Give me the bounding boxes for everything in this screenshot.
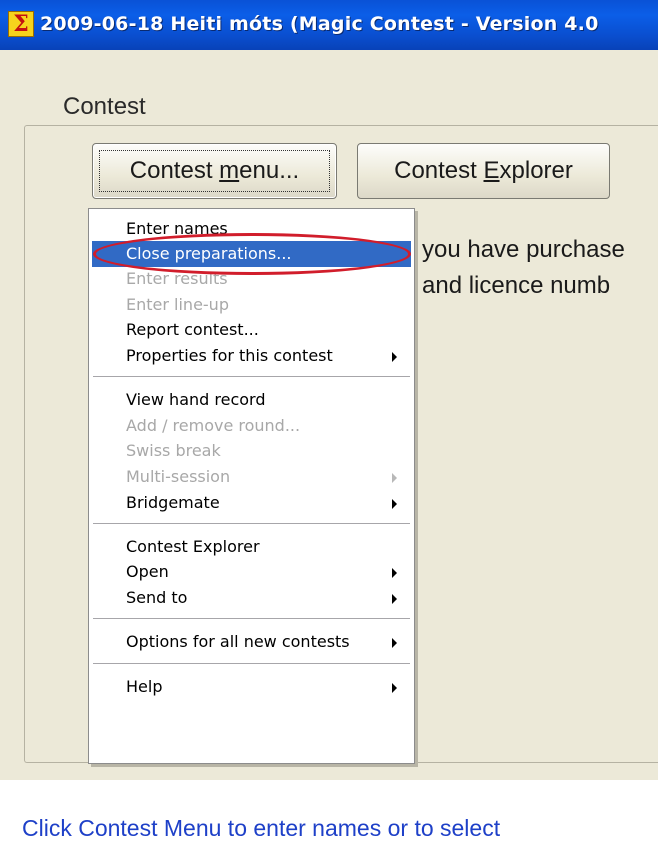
contest-popup-menu: Enter names Close preparations... Enter re… [88,208,415,764]
menu-item-label: Enter results [126,269,228,288]
menu-item-label: Add / remove round... [126,416,301,435]
menu-item[interactable]: Send to [92,585,411,611]
menu-item[interactable]: Open [92,559,411,585]
submenu-arrow-icon [392,638,397,648]
menu-item-label: Open [126,562,169,581]
submenu-arrow-icon [392,568,397,578]
menu-separator [93,618,410,620]
menu-separator [93,376,410,378]
menu-item-label: View hand record [126,390,266,409]
menu-separator [93,523,410,525]
menu-item-label: Send to [126,588,188,607]
menu-item-label: Multi-session [126,467,231,486]
contest-explorer-button-label: Contest Explorer [394,157,573,184]
menu-item[interactable]: Bridgemate [92,490,411,516]
menu-item: Swiss break [92,438,411,464]
menu-item[interactable]: Help [92,674,411,700]
menu-item[interactable]: View hand record [92,387,411,413]
contest-group-label: Contest [60,93,149,121]
menu-item-label: Report contest... [126,320,259,339]
menu-item[interactable]: Report contest... [92,317,411,343]
submenu-arrow-icon [392,473,397,483]
title-bar[interactable]: Σ 2009-06-18 Heiti móts (Magic Contest -… [0,0,658,50]
menu-item-label: Enter line-up [126,295,229,314]
menu-item: Add / remove round... [92,413,411,439]
menu-item-label: Properties for this contest [126,346,333,365]
menu-item[interactable]: Enter names [92,216,411,242]
submenu-arrow-icon [392,683,397,693]
menu-separator [93,663,410,665]
licence-info-line-2: and licence numb [422,272,611,299]
menu-item: Multi-session [92,464,411,490]
submenu-arrow-icon [392,352,397,362]
menu-item[interactable]: Close preparations... [92,241,411,267]
menu-item-label: Contest Explorer [126,537,260,556]
contest-explorer-button[interactable]: Contest Explorer [357,143,610,199]
sigma-app-icon[interactable]: Σ [8,11,34,37]
menu-item-label: Bridgemate [126,493,220,512]
menu-item[interactable]: Properties for this contest [92,343,411,369]
menu-item[interactable]: Options for all new contests [92,629,411,655]
submenu-arrow-icon [392,594,397,604]
menu-item-label: Options for all new contests [126,632,350,651]
contest-menu-button[interactable]: Contest menu... [92,143,337,199]
licence-info-line-1: you have purchase [422,236,625,263]
status-hint: Click Contest Menu to enter names or to … [22,815,501,841]
menu-item-label: Enter names [126,219,228,238]
menu-item: Enter results [92,266,411,292]
window-title: 2009-06-18 Heiti móts (Magic Contest - V… [40,13,599,35]
menu-item: Enter line-up [92,292,411,318]
menu-item[interactable]: Contest Explorer [92,534,411,560]
menu-item-label: Close preparations... [126,244,292,263]
focus-rectangle [99,150,330,192]
submenu-arrow-icon [392,499,397,509]
menu-item-label: Swiss break [126,441,221,460]
menu-item-label: Help [126,677,163,696]
